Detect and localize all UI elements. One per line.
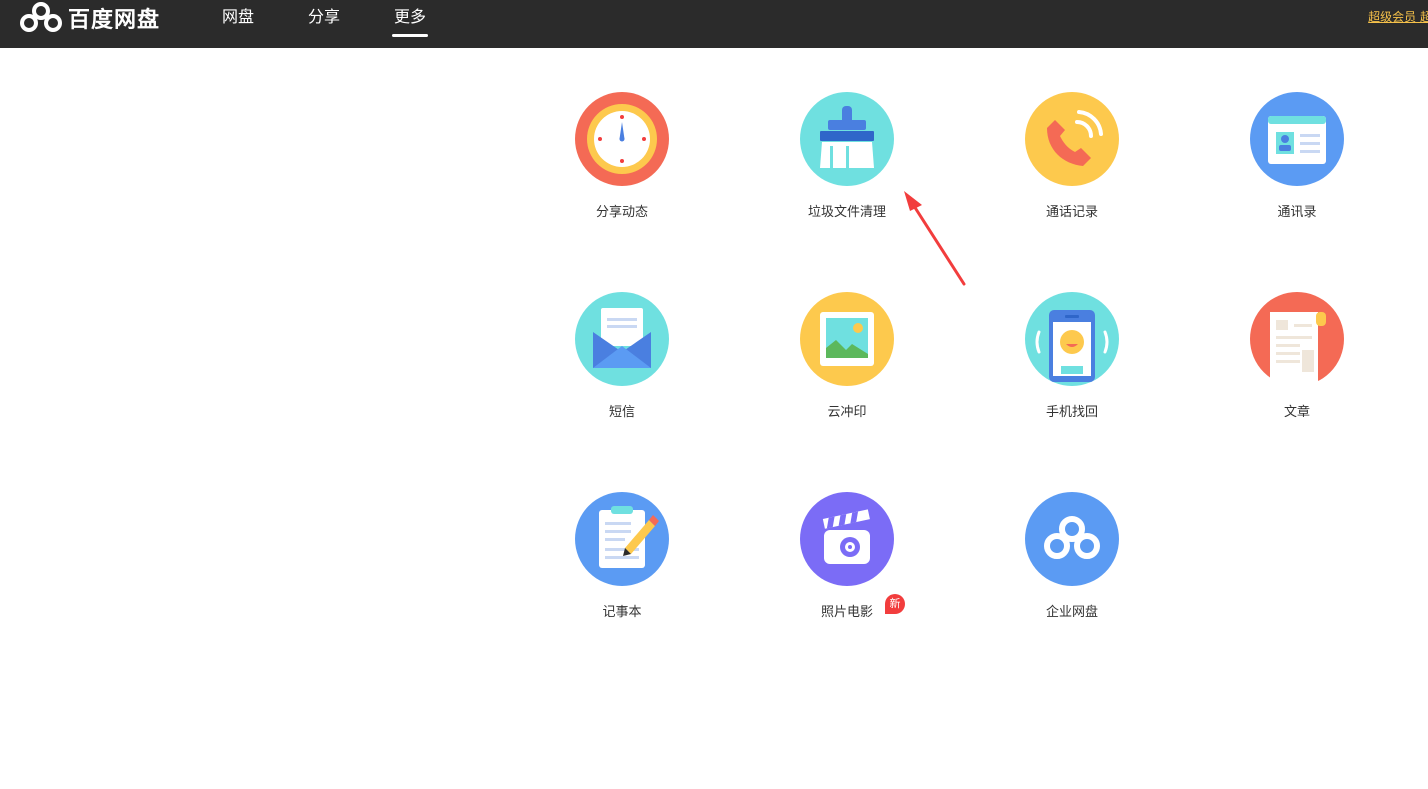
tab-netdisk[interactable]: 网盘 bbox=[222, 0, 254, 36]
app-label: 企业网盘 bbox=[1045, 605, 1098, 620]
notepad-icon bbox=[575, 492, 669, 586]
app-photo-movie[interactable]: 照片电影 bbox=[772, 492, 922, 620]
contact-card-icon bbox=[1250, 92, 1344, 186]
app-label: 记事本 bbox=[602, 605, 642, 620]
phone-finder-icon bbox=[1025, 292, 1119, 386]
app-label: 手机找回 bbox=[1045, 405, 1098, 420]
app-call-log[interactable]: 通话记录 bbox=[997, 92, 1147, 220]
cloud-logo-icon bbox=[1025, 492, 1119, 586]
app-label: 通讯录 bbox=[1277, 205, 1317, 220]
app-label: 短信 bbox=[608, 405, 635, 420]
app-phone-finder[interactable]: 手机找回 bbox=[997, 292, 1147, 420]
new-badge: 新 bbox=[885, 594, 905, 614]
app-enterprise-disk[interactable]: 企业网盘 bbox=[997, 492, 1147, 620]
clapperboard-icon bbox=[800, 492, 894, 586]
app-sms[interactable]: 短信 bbox=[547, 292, 697, 420]
app-contacts[interactable]: 通讯录 bbox=[1222, 92, 1372, 220]
annotation-arrow-icon bbox=[904, 191, 966, 286]
app-label: 文章 bbox=[1283, 405, 1310, 420]
envelope-icon bbox=[575, 292, 669, 386]
top-bar: 百度网盘 网盘 分享 更多 超级会员 超 bbox=[0, 0, 1428, 48]
document-icon bbox=[1250, 292, 1344, 386]
phone-call-icon bbox=[1025, 92, 1119, 186]
logo-text: 百度网盘 bbox=[68, 8, 161, 33]
app-label: 垃圾文件清理 bbox=[807, 205, 886, 220]
tab-more[interactable]: 更多 bbox=[391, 0, 429, 37]
broom-icon bbox=[800, 92, 894, 186]
picture-icon bbox=[800, 292, 894, 386]
app-label: 云冲印 bbox=[827, 405, 867, 420]
vip-link[interactable]: 超级会员 超 bbox=[1368, 8, 1428, 25]
app-notepad[interactable]: 记事本 bbox=[547, 492, 697, 620]
baidu-cloud-logo-icon bbox=[20, 2, 62, 32]
app-share-feed[interactable]: 分享动态 bbox=[547, 92, 697, 220]
clock-icon bbox=[575, 92, 669, 186]
logo[interactable]: 百度网盘 bbox=[20, 0, 160, 36]
app-cloud-print[interactable]: 云冲印 bbox=[772, 292, 922, 420]
app-junk-cleanup[interactable]: 垃圾文件清理 bbox=[772, 92, 922, 220]
app-label: 通话记录 bbox=[1045, 205, 1098, 220]
app-articles[interactable]: 文章 bbox=[1222, 292, 1372, 420]
app-label: 分享动态 bbox=[595, 205, 648, 220]
tab-share[interactable]: 分享 bbox=[308, 0, 340, 36]
